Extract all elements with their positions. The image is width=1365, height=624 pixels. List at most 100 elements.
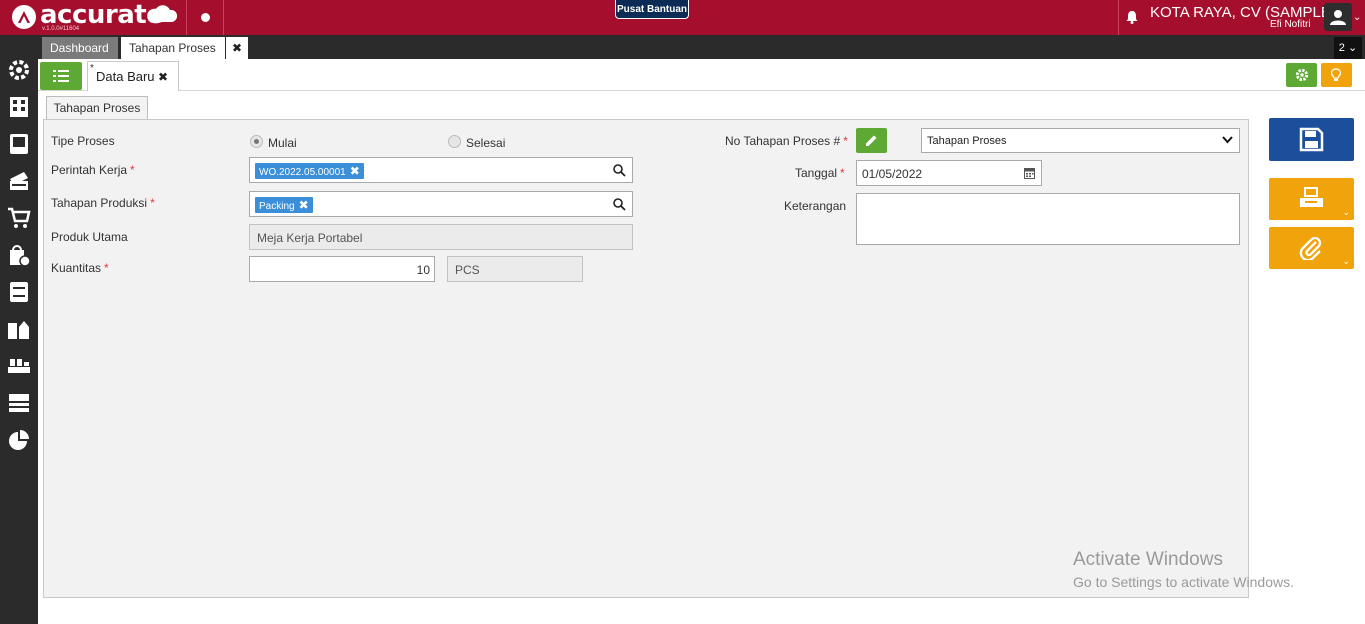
- user-menu-button[interactable]: [1324, 3, 1352, 31]
- bag-icon[interactable]: [7, 243, 31, 267]
- tanggal-label: Tanggal *: [795, 166, 845, 180]
- radio-selesai-label[interactable]: Selesai: [466, 136, 505, 150]
- building-icon[interactable]: [7, 95, 31, 119]
- user-name: Efi Nofitri: [1270, 19, 1311, 30]
- pie-chart-icon[interactable]: [7, 428, 31, 452]
- perintah-kerja-chip: WO.2022.05.00001 ✖: [255, 163, 364, 179]
- header-divider: [186, 0, 187, 35]
- chevron-down-icon[interactable]: ⌄: [1353, 12, 1361, 23]
- required-mark: *: [843, 134, 848, 148]
- office-icon[interactable]: [7, 317, 31, 341]
- edit-number-button[interactable]: [856, 128, 887, 153]
- produk-utama-label: Produk Utama: [51, 230, 128, 244]
- factory-icon[interactable]: [7, 354, 31, 378]
- bulb-icon: [1331, 68, 1341, 81]
- chevron-down-icon[interactable]: ⌄: [1342, 207, 1350, 218]
- list-icon: [53, 70, 69, 82]
- required-mark: *: [840, 166, 845, 180]
- keterangan-textarea[interactable]: [856, 193, 1240, 245]
- perintah-kerja-text: Perintah Kerja: [51, 163, 128, 177]
- satuan-value: PCS: [455, 263, 480, 277]
- remove-chip-button[interactable]: ✖: [299, 198, 309, 212]
- perintah-kerja-input[interactable]: WO.2022.05.00001 ✖: [249, 157, 633, 183]
- tax-icon[interactable]: [7, 391, 31, 415]
- required-mark: *: [150, 196, 155, 210]
- save-button[interactable]: [1269, 118, 1354, 161]
- tahapan-produksi-input[interactable]: Packing ✖: [249, 191, 633, 217]
- app-logo[interactable]: accurate online v.1.0.0#11604: [10, 0, 180, 33]
- tipe-proses-label: Tipe Proses: [51, 134, 115, 148]
- no-tahapan-proses-select[interactable]: Tahapan Proses: [921, 128, 1240, 153]
- kuantitas-value: 10: [416, 263, 430, 277]
- keterangan-label: Keterangan: [784, 199, 847, 213]
- tab-count-value: 2: [1338, 42, 1345, 54]
- sidebar: [0, 35, 38, 624]
- app-version: v.1.0.0#11604: [42, 26, 80, 32]
- tanggal-value: 01/05/2022: [862, 167, 923, 181]
- cards-icon[interactable]: [7, 169, 31, 193]
- paperclip-icon: [1299, 236, 1322, 260]
- help-button[interactable]: Pusat Bantuan: [615, 0, 689, 19]
- required-mark: *: [104, 261, 109, 275]
- status-dot[interactable]: [201, 13, 210, 22]
- close-document-button[interactable]: ✖: [158, 70, 168, 84]
- kuantitas-label: Kuantitas *: [51, 261, 109, 275]
- tanggal-input[interactable]: 01/05/2022: [856, 160, 1042, 186]
- chevron-down-icon[interactable]: ⌄: [1342, 256, 1350, 267]
- chip-value: Packing: [259, 201, 295, 212]
- cart-icon[interactable]: [7, 206, 31, 230]
- radio-selesai[interactable]: [448, 135, 461, 148]
- tahapan-produksi-chip: Packing ✖: [255, 197, 313, 213]
- radio-mulai[interactable]: [250, 135, 263, 148]
- search-icon[interactable]: [613, 198, 626, 211]
- satuan-field: PCS: [447, 256, 583, 282]
- calendar-icon[interactable]: [1024, 167, 1035, 179]
- modified-indicator: *: [90, 63, 94, 74]
- kuantitas-text: Kuantitas: [51, 261, 102, 275]
- chevron-down-icon: [1222, 136, 1233, 144]
- print-button[interactable]: ⌄: [1269, 178, 1354, 220]
- document-toolbar: [38, 59, 1365, 91]
- tab-tahapan-proses-form[interactable]: Tahapan Proses: [46, 96, 148, 120]
- kuantitas-input[interactable]: 10: [249, 256, 435, 282]
- tanggal-text: Tanggal: [795, 166, 838, 180]
- list-button[interactable]: [40, 62, 82, 90]
- tab-dashboard[interactable]: Dashboard: [42, 37, 118, 59]
- chip-value: WO.2022.05.00001: [259, 167, 346, 178]
- attachment-button[interactable]: ⌄: [1269, 227, 1354, 269]
- required-mark: *: [130, 163, 135, 177]
- settings-button[interactable]: [1286, 63, 1317, 87]
- header-divider: [223, 0, 224, 35]
- radio-mulai-label[interactable]: Mulai: [268, 136, 297, 150]
- bell-icon[interactable]: [1124, 9, 1140, 25]
- tahapan-produksi-text: Tahapan Produksi: [51, 196, 148, 210]
- remove-chip-button[interactable]: ✖: [350, 164, 360, 178]
- top-header: accurate online v.1.0.0#11604 Pusat Bant…: [0, 0, 1365, 35]
- edit-icon: [866, 135, 877, 146]
- tahapan-produksi-label: Tahapan Produksi *: [51, 196, 155, 210]
- gear-icon: [1295, 68, 1309, 82]
- print-icon: [1300, 187, 1323, 207]
- tips-button[interactable]: [1321, 63, 1352, 87]
- book-icon[interactable]: [7, 132, 31, 156]
- document-title: Data Baru: [96, 69, 155, 84]
- settings-icon[interactable]: [7, 58, 31, 82]
- no-tahapan-proses-value: Tahapan Proses: [927, 135, 1007, 147]
- search-icon[interactable]: [613, 164, 626, 177]
- tab-tahapan-proses[interactable]: Tahapan Proses: [121, 37, 225, 59]
- brand-suffix: online: [148, 21, 175, 31]
- save-icon: [1299, 127, 1324, 152]
- tab-count-dropdown[interactable]: 2 ⌄: [1334, 37, 1362, 59]
- produk-utama-value: Meja Kerja Portabel: [257, 231, 363, 245]
- perintah-kerja-label: Perintah Kerja *: [51, 163, 135, 177]
- produk-utama-field: Meja Kerja Portabel: [249, 224, 633, 250]
- close-tab-button[interactable]: ✖: [226, 37, 248, 59]
- no-tahapan-proses-text: No Tahapan Proses #: [725, 134, 841, 148]
- document-tab[interactable]: * Data Baru ✖: [87, 61, 179, 91]
- user-icon: [1330, 10, 1346, 25]
- form-panel: [43, 119, 1249, 598]
- logo-icon: [12, 5, 36, 29]
- activate-windows-title: Activate Windows: [1073, 549, 1223, 570]
- archive-icon[interactable]: [7, 280, 31, 304]
- activate-windows-subtitle: Go to Settings to activate Windows.: [1073, 574, 1294, 590]
